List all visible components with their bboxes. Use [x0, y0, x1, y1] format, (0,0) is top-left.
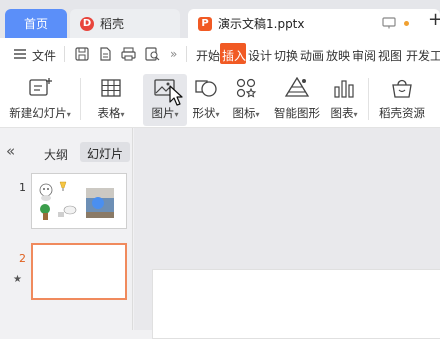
divider — [80, 78, 81, 120]
table-label: 表格 — [97, 106, 121, 120]
current-slide-canvas[interactable] — [152, 269, 440, 339]
tab-document[interactable]: P 演示文稿1.pptx — [188, 9, 440, 38]
new-slide-icon — [29, 78, 52, 96]
menu-bar: 文件 » 开始 插入 设计 切换 动画 放映 审阅 视图 开发工 — [0, 38, 440, 70]
divider — [186, 46, 187, 62]
more-quick-tools-button[interactable]: » — [170, 47, 177, 61]
insert-ribbon: 新建幻灯片▾ 表格▾ 图片▾ 形状▾ 图标▾ 智能图形 图表▾ 稻壳资源 — [0, 70, 440, 128]
collapse-panel-button[interactable]: « — [6, 142, 15, 160]
menu-tab-start[interactable]: 开始 — [196, 47, 220, 64]
slide-1-content-image — [39, 181, 114, 220]
tab-daoke-label: 稻壳 — [100, 17, 125, 31]
menu-tab-design[interactable]: 设计 — [248, 47, 272, 64]
hamburger-icon — [14, 49, 26, 59]
menu-tab-animation[interactable]: 动画 — [300, 47, 324, 64]
slide-editing-area[interactable] — [134, 128, 440, 339]
slide-thumbnail-1[interactable] — [31, 173, 127, 229]
slide-number: 1 — [19, 181, 26, 194]
ppt-file-icon: P — [198, 16, 212, 31]
menu-tab-review[interactable]: 审阅 — [352, 47, 376, 64]
divider — [368, 78, 369, 120]
new-slide-button[interactable]: 新建幻灯片▾ — [8, 74, 72, 126]
shape-button[interactable]: 形状▾ — [188, 74, 224, 126]
slide-thumbnail-2[interactable] — [31, 243, 127, 300]
divider — [64, 46, 65, 62]
tab-slides[interactable]: 幻灯片 — [87, 145, 123, 162]
tab-daoke[interactable]: D 稻壳 — [70, 9, 180, 38]
dropdown-arrow-icon: ▾ — [66, 110, 71, 119]
menu-tab-view[interactable]: 视图 — [378, 47, 402, 64]
save-icon[interactable] — [75, 47, 89, 61]
dropdown-arrow-icon: ▾ — [353, 110, 358, 119]
smartart-label: 智能图形 — [274, 106, 320, 120]
slide-thumbnail-panel: « 大纲 幻灯片 1 2 ★ — [0, 128, 133, 330]
dropdown-arrow-icon: ▾ — [174, 110, 179, 119]
daoke-logo-icon: D — [80, 16, 94, 31]
dropdown-arrow-icon: ▾ — [215, 110, 220, 119]
icon-library-button[interactable]: 图标▾ — [228, 74, 264, 126]
star-icon: ★ — [13, 274, 22, 285]
tab-home-label: 首页 — [23, 17, 48, 31]
table-icon — [101, 79, 121, 97]
picture-label: 图片 — [151, 106, 175, 120]
chart-label: 图表 — [330, 106, 354, 120]
tab-outline[interactable]: 大纲 — [44, 146, 68, 163]
shape-label: 形状 — [192, 106, 216, 120]
unsaved-dot-icon — [404, 21, 409, 26]
menu-tab-developer[interactable]: 开发工 — [406, 47, 440, 64]
menu-tab-insert[interactable]: 插入 — [222, 47, 246, 64]
title-tab-bar: 首页 D 稻壳 P 演示文稿1.pptx + — [0, 0, 440, 38]
tab-document-label: 演示文稿1.pptx — [218, 17, 305, 31]
daoke-resource-button[interactable]: 稻壳资源 — [376, 74, 428, 126]
smartart-button[interactable]: 智能图形 — [272, 74, 322, 126]
new-slide-label: 新建幻灯片 — [9, 106, 67, 120]
smartart-icon — [284, 77, 310, 97]
resource-bag-icon — [392, 79, 412, 98]
shape-icon — [195, 80, 217, 97]
dropdown-arrow-icon: ▾ — [255, 110, 260, 119]
icon-library-label: 图标 — [232, 106, 256, 120]
slide-number: 2 — [19, 252, 26, 265]
mouse-cursor-icon — [169, 85, 183, 106]
file-menu[interactable]: 文件 — [32, 47, 56, 64]
new-tab-button[interactable]: + — [428, 9, 440, 30]
dropdown-arrow-icon: ▾ — [120, 110, 125, 119]
table-button[interactable]: 表格▾ — [90, 74, 132, 126]
chart-button[interactable]: 图表▾ — [326, 74, 362, 126]
icon-library-icon — [236, 78, 257, 98]
daoke-resource-label: 稻壳资源 — [379, 106, 425, 120]
menu-tab-slideshow[interactable]: 放映 — [326, 47, 350, 64]
menu-tab-transition[interactable]: 切换 — [274, 47, 298, 64]
print-preview-icon[interactable] — [145, 47, 160, 61]
monitor-icon[interactable] — [382, 17, 396, 29]
tab-home[interactable]: 首页 — [5, 9, 67, 38]
export-pdf-icon[interactable] — [98, 47, 112, 61]
chart-icon — [334, 80, 354, 98]
print-icon[interactable] — [121, 47, 136, 61]
